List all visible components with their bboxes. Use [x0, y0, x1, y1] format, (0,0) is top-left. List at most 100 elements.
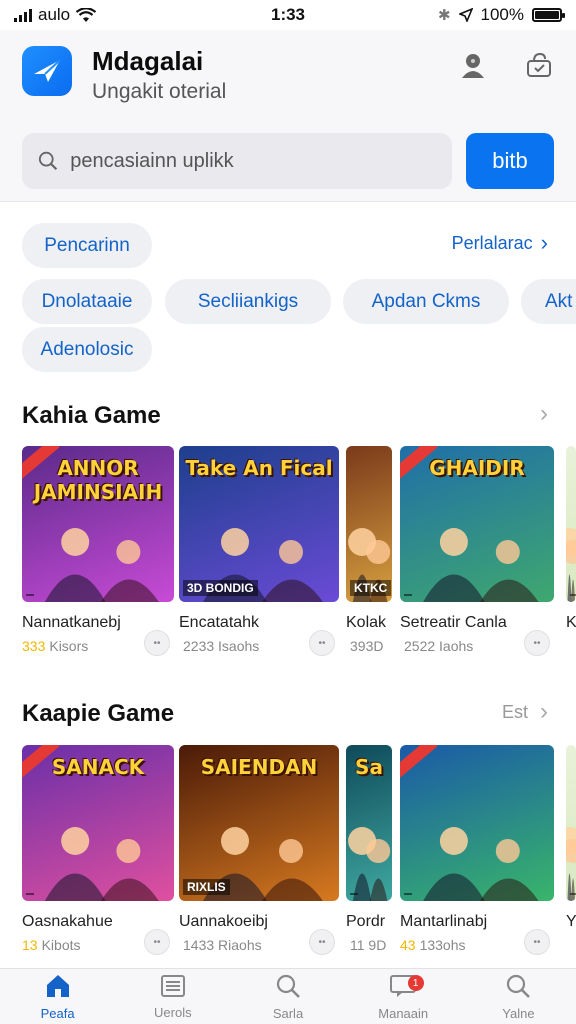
search-icon [275, 973, 301, 1002]
hero-figure-icon [348, 827, 391, 901]
get-button[interactable]: •• [309, 630, 335, 656]
game-artwork[interactable] [566, 446, 576, 602]
game-title: Oasnakahue [22, 913, 113, 930]
game-card[interactable]: Sa Pordr 11 9D [346, 745, 392, 953]
game-artwork-title: SANACK [51, 755, 145, 779]
hero-figure-icon [423, 528, 539, 602]
tab-label: Uerols [154, 1004, 192, 1020]
hero-figure-icon [566, 528, 576, 602]
game-meta-text: 393D [350, 638, 384, 654]
chip-2[interactable]: Secliiankigs [165, 279, 331, 324]
game-artwork[interactable]: Take An Fical 3D BONDIG [179, 446, 339, 602]
game-card[interactable]: Y [566, 745, 576, 937]
get-button[interactable]: •• [524, 929, 550, 955]
tab-3[interactable]: Manaain 1 [346, 969, 461, 1024]
game-artwork-tag: KTKC [350, 580, 392, 596]
get-button[interactable]: •• [309, 929, 335, 955]
game-meta-text: 133ohs [419, 937, 466, 953]
section-more-button[interactable]: Est › [502, 698, 548, 726]
search-input[interactable] [70, 149, 436, 173]
game-meta: 11 9D [346, 937, 392, 953]
search-bar[interactable] [22, 133, 452, 189]
section-more-button[interactable]: › [528, 400, 548, 428]
game-card[interactable]: Mantarlinabj 43 133ohs •• [400, 745, 554, 955]
game-artwork-tag [26, 893, 34, 895]
game-meta: 393D [346, 638, 392, 654]
game-artwork-title: Sa [355, 755, 383, 779]
game-artwork[interactable]: SAIENDAN RIXLIS [179, 745, 339, 901]
chip-1[interactable]: Dnolataaie [22, 279, 152, 324]
game-meta-text: Kisors [49, 638, 89, 654]
chip-0[interactable]: Pencarinn [22, 223, 152, 268]
status-bar: aulo 1:33 ✱ 100% [0, 0, 576, 30]
section-title: Kaapie Game [22, 700, 175, 727]
app-logo [22, 46, 72, 96]
chip-4[interactable]: Akt [521, 279, 576, 324]
game-title: Y [566, 913, 576, 930]
game-title: Encatatahk [179, 614, 260, 631]
game-artwork-tag: RIXLIS [183, 879, 230, 895]
game-card[interactable]: K [566, 446, 576, 638]
game-title: Pordr [346, 913, 386, 930]
chevron-right-icon: › [540, 230, 548, 255]
search-button[interactable]: bitb [466, 133, 554, 189]
game-artwork-tag: 3D BONDIG [183, 580, 258, 596]
game-card[interactable]: SAIENDAN RIXLIS Uannakoeibj 1433 Riaohs •• [179, 745, 339, 955]
see-all-label: Perlalarac [451, 232, 533, 253]
hero-figure-icon [423, 827, 539, 901]
tab-label: Manaain [378, 1005, 429, 1021]
chevron-right-icon: › [540, 698, 548, 725]
search-icon [38, 151, 58, 171]
get-button[interactable]: •• [144, 630, 170, 656]
game-artwork[interactable] [566, 745, 576, 901]
status-left: aulo [14, 5, 97, 25]
hero-figure-icon [566, 827, 576, 901]
battery-level-fill [535, 11, 559, 19]
game-artwork-tag [350, 893, 358, 895]
app-name: Mdagalai [92, 46, 204, 76]
battery-icon [532, 8, 565, 22]
profile-button[interactable] [456, 48, 490, 82]
tab-0[interactable]: Peafa [0, 969, 115, 1024]
game-artwork[interactable]: SANACK [22, 745, 174, 901]
game-artwork-tag [26, 594, 34, 596]
game-meta-text: 2233 Isaohs [183, 638, 260, 654]
see-all-link[interactable]: Perlalarac › [452, 230, 548, 256]
cart-button[interactable] [522, 48, 556, 82]
tab-2[interactable]: Sarla [230, 969, 345, 1024]
plane-logo-icon [34, 59, 61, 82]
get-button[interactable]: •• [524, 630, 550, 656]
chevron-right-icon: › [540, 400, 548, 427]
chip-5[interactable]: Adenolosic [22, 327, 152, 372]
search-icon [505, 973, 531, 1002]
game-card[interactable]: KTKC Kolak 393D [346, 446, 392, 654]
game-artwork-tag [570, 594, 576, 596]
home-icon [44, 973, 72, 1002]
get-button[interactable]: •• [144, 929, 170, 955]
game-card[interactable]: SANACK Oasnakahue 13 Kibots •• [22, 745, 174, 955]
wifi-icon [76, 7, 97, 22]
game-title: K [566, 614, 576, 631]
location-icon [458, 8, 473, 22]
tab-label: Peafa [40, 1005, 75, 1021]
game-artwork[interactable] [400, 745, 554, 901]
signal-icon [14, 8, 32, 22]
game-artwork[interactable]: KTKC [346, 446, 392, 602]
game-artwork[interactable]: GHAIDIR [400, 446, 554, 602]
carrier-label: aulo [38, 5, 71, 24]
game-title: Nannatkanebj [22, 614, 121, 631]
game-card[interactable]: Take An Fical 3D BONDIG Encatatahk 2233 Isa… [179, 446, 339, 656]
game-artwork[interactable]: Sa [346, 745, 392, 901]
app-subtitle: Ungakit oterial [92, 80, 227, 103]
bag-icon [527, 52, 551, 77]
game-card[interactable]: GHAIDIR Setreatir Canla 2522 Iaohs •• [400, 446, 554, 656]
new-ribbon [400, 745, 438, 781]
chip-3[interactable]: Apdan Ckms [343, 279, 509, 324]
tab-1[interactable]: Uerols [115, 969, 230, 1024]
tab-4[interactable]: Yalne [461, 969, 576, 1024]
game-artwork[interactable]: ANNOR JAMINSIAIH [22, 446, 174, 602]
hero-figure-icon [44, 827, 159, 901]
game-meta-text: 2522 Iaohs [404, 638, 474, 654]
game-card[interactable]: ANNOR JAMINSIAIH Nannatkanebj 333 Kisors •• [22, 446, 174, 656]
battery-percent: 100% [480, 5, 524, 24]
